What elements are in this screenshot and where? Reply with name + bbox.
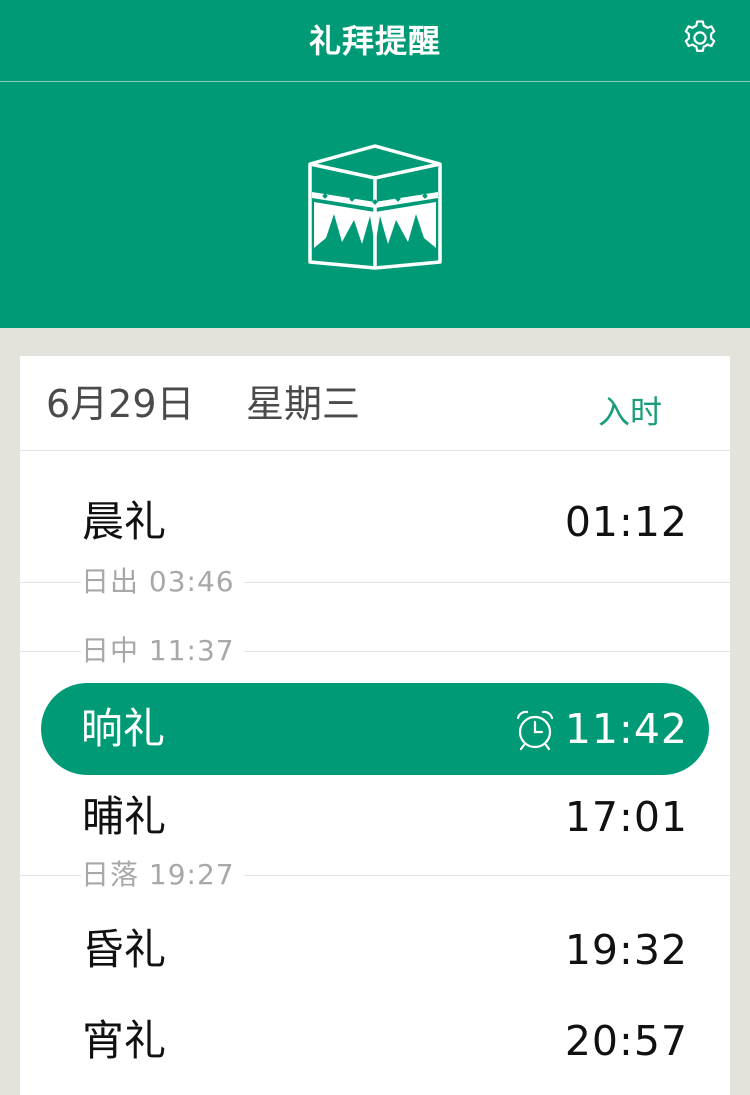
event-label: 日落 19:27	[81, 855, 244, 895]
event-label: 日出 03:46	[81, 562, 244, 602]
weekday-label: 星期三	[246, 382, 361, 426]
event-label: 日中 11:37	[81, 631, 244, 671]
prayer-time: 19:32	[564, 926, 688, 974]
date-bar: 6月29日 星期三 入时	[20, 356, 730, 451]
event-row-sunset: 日落 19:27	[20, 855, 730, 895]
prayer-time: 17:01	[564, 793, 688, 841]
page-title: 礼拜提醒	[308, 22, 441, 60]
prayer-row-dhuhr[interactable]: 晌礼 11:42	[41, 683, 709, 775]
prayer-row-fajr[interactable]: 晨礼 01:12	[20, 487, 730, 557]
prayer-row-maghrib[interactable]: 昏礼 19:32	[20, 915, 730, 985]
kaaba-icon	[308, 144, 442, 270]
time-mode-toggle[interactable]: 入时	[598, 390, 662, 434]
hero-banner	[0, 82, 750, 328]
prayer-name: 昏礼	[82, 925, 167, 974]
prayer-time: 01:12	[564, 498, 688, 546]
event-row-midday: 日中 11:37	[20, 631, 730, 671]
gear-icon	[684, 20, 716, 52]
prayer-row-asr[interactable]: 晡礼 17:01	[20, 782, 730, 852]
prayer-time: 20:57	[564, 1017, 688, 1065]
prayer-time: 11:42	[564, 705, 688, 753]
settings-button[interactable]	[676, 14, 724, 62]
prayer-times-card: 6月29日 星期三 入时 晨礼 01:12 日出 03:46 日中 11:37 …	[20, 356, 730, 1095]
prayer-name: 晌礼	[81, 704, 166, 753]
date-label: 6月29日	[46, 382, 195, 426]
prayer-name: 宵礼	[82, 1016, 167, 1065]
prayer-name: 晡礼	[82, 792, 167, 841]
prayer-row-isha[interactable]: 宵礼 20:57	[20, 1006, 730, 1076]
prayer-name: 晨礼	[82, 497, 167, 546]
event-row-sunrise: 日出 03:46	[20, 562, 730, 602]
navigation-bar: 礼拜提醒	[0, 0, 750, 82]
alarm-clock-icon[interactable]	[513, 708, 557, 752]
